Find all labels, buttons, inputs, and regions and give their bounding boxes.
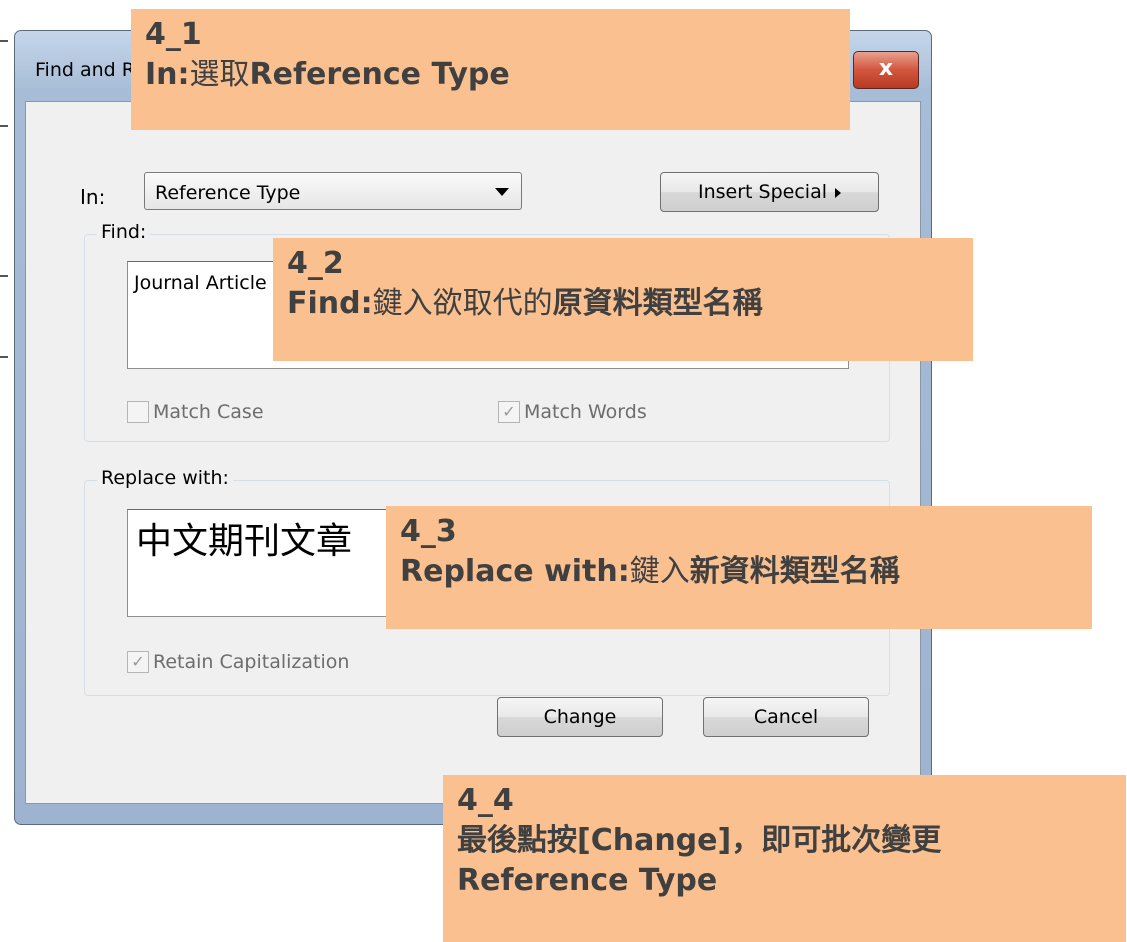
match-words-label: Match Words: [524, 401, 647, 423]
callout-bold-text: Reference Type: [249, 57, 510, 92]
triangle-right-icon: [835, 187, 841, 198]
callout-bold-text: 原資料類型名稱: [552, 286, 763, 321]
replace-group-label: Replace with:: [97, 467, 233, 489]
callout-plain-text: 選取: [189, 57, 250, 92]
checkmark-icon: ✓: [127, 651, 149, 673]
callout-number: 4_3: [400, 514, 457, 549]
find-group-label: Find:: [97, 221, 151, 243]
callout-number: 4_4: [457, 783, 514, 818]
callout-4-3: 4_3 Replace with:鍵入新資料類型名稱: [386, 506, 1092, 629]
match-words-checkbox[interactable]: ✓ Match Words: [498, 401, 647, 423]
match-case-checkbox[interactable]: Match Case: [127, 401, 264, 423]
callout-bold-text: 新資料類型名稱: [689, 554, 900, 589]
callout-bold-text: Replace with:: [400, 554, 630, 589]
checkmark-icon: ✓: [498, 401, 520, 423]
edge-mark: [0, 356, 8, 358]
in-select[interactable]: Reference Type: [144, 172, 522, 210]
callout-number: 4_2: [287, 246, 344, 281]
in-label: In:: [80, 185, 106, 209]
close-button[interactable]: x: [853, 51, 919, 89]
find-input-value: Journal Article: [134, 272, 267, 294]
retain-capitalization-label: Retain Capitalization: [153, 651, 350, 673]
callout-number: 4_1: [145, 17, 202, 52]
callout-4-1: 4_1 In:選取Reference Type: [131, 9, 850, 130]
callout-plain-text: 鍵入: [629, 554, 690, 589]
edge-mark: [0, 125, 8, 127]
callout-plain-text: 鍵入欲取代的: [372, 286, 553, 321]
replace-input-value: 中文期刊文章: [136, 521, 353, 562]
callout-bold-text: Find:: [287, 286, 373, 321]
callout-bold-text: Reference Type: [457, 863, 718, 898]
callout-bold-text: 最後點按[Change]，即可批次變更: [457, 823, 942, 858]
cancel-button[interactable]: Cancel: [703, 697, 869, 737]
edge-mark: [0, 275, 8, 277]
callout-4-2: 4_2 Find:鍵入欲取代的原資料類型名稱: [273, 238, 973, 361]
edge-mark: [0, 40, 8, 42]
retain-capitalization-checkbox[interactable]: ✓ Retain Capitalization: [127, 651, 349, 673]
callout-bold-text: In:: [145, 57, 190, 92]
callout-4-4: 4_4 最後點按[Change]，即可批次變更 Reference Type: [443, 775, 1126, 942]
insert-special-label: Insert Special: [698, 181, 827, 203]
checkbox-icon: [127, 401, 149, 423]
chevron-down-icon: [495, 188, 509, 196]
change-button[interactable]: Change: [497, 697, 663, 737]
match-case-label: Match Case: [153, 401, 264, 423]
insert-special-button[interactable]: Insert Special: [660, 172, 879, 212]
in-select-value: Reference Type: [155, 182, 301, 204]
